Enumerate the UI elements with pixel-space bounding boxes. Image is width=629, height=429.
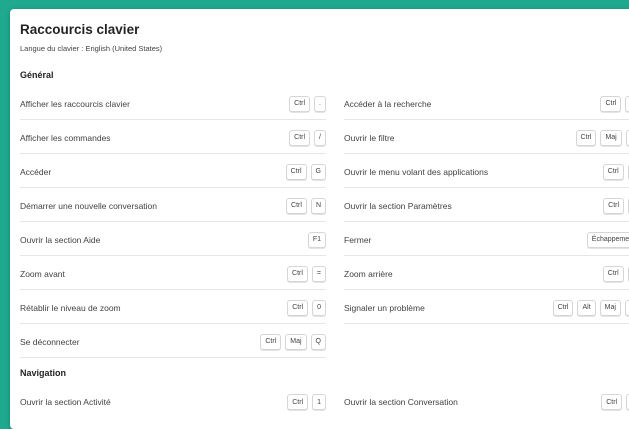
shortcut-row-fermer: Fermer Échappement: [344, 224, 629, 256]
keycap-maj: Maj: [599, 299, 621, 316]
dialog-title: Raccourcis clavier: [20, 22, 140, 37]
keycap-maj: Maj: [600, 129, 622, 146]
shortcut-row-ouvrir-la-section-aide: Ouvrir la section Aide F1: [20, 224, 326, 256]
key-combination: Ctrl2: [601, 386, 629, 418]
key-combination: CtrlMajF: [575, 122, 629, 153]
keycap-maj: Maj: [285, 333, 307, 350]
keycap-n: N: [310, 197, 326, 214]
shortcut-label: Se déconnecter: [20, 336, 80, 347]
keycap-ctrl: Ctrl: [602, 163, 624, 180]
shortcut-label: Ouvrir la section Aide: [20, 234, 101, 245]
shortcut-row-ouvrir-la-section-parametres: Ouvrir la section Paramètres Ctrl,: [344, 190, 629, 222]
key-combination: CtrlE: [600, 88, 629, 119]
keycap-g: G: [310, 163, 326, 180]
shortcut-label: Afficher les raccourcis clavier: [20, 98, 130, 109]
shortcut-label: Accéder: [20, 166, 52, 177]
shortcut-row-acceder-a-la-recherche: Accéder à la recherche CtrlE: [344, 88, 629, 120]
keycap-f1: F1: [307, 231, 326, 248]
keycap-0: 0: [312, 299, 326, 316]
key-combination: Ctrl 0: [287, 292, 326, 323]
key-combination: Ctrl`: [602, 156, 629, 187]
key-combination: Ctrl =: [287, 258, 326, 289]
shortcut-row-demarrer-une-nouvelle-conversation: Démarrer une nouvelle conversation Ctrl N: [20, 190, 326, 222]
shortcut-row-signaler-un-probleme: Signaler un problème CtrlAltMajR: [344, 292, 629, 324]
shortcut-label: Fermer: [344, 234, 372, 245]
keycap-e: E: [625, 95, 629, 112]
shortcut-label: Ouvrir le menu volant des applications: [344, 166, 489, 177]
keycap-ctrl: Ctrl: [287, 299, 309, 316]
key-combination: Ctrl G: [285, 156, 326, 187]
key-combination: Ctrl-: [602, 258, 629, 289]
shortcut-row-retablir-le-niveau-de-zoom: Rétablir le niveau de zoom Ctrl 0: [20, 292, 326, 324]
shortcut-label: Rétablir le niveau de zoom: [20, 302, 121, 313]
keycap-ctrl: Ctrl: [600, 95, 622, 112]
shortcut-label: Démarrer une nouvelle conversation: [20, 200, 158, 211]
shortcut-label: Zoom arrière: [344, 268, 393, 279]
keycap-ctrl: Ctrl: [287, 265, 308, 282]
shortcut-label: Zoom avant: [20, 268, 65, 279]
keycap-q: Q: [310, 333, 326, 350]
keycap-ctrl: Ctrl: [286, 197, 307, 214]
shortcut-row-afficher-les-commandes: Afficher les commandes Ctrl /: [20, 122, 326, 154]
keycap-alt: Alt: [577, 299, 596, 316]
shortcut-label: Ouvrir la section Activité: [20, 397, 111, 407]
shortcut-label: Afficher les commandes: [20, 132, 111, 143]
keycap-r: R: [624, 299, 629, 316]
shortcut-row-zoom-arriere: Zoom arrière Ctrl-: [344, 258, 629, 290]
keycap-ctrl: Ctrl: [552, 299, 574, 316]
key-combination: Ctrl /: [289, 122, 326, 153]
keyboard-shortcuts-dialog: Raccourcis clavier Langue du clavier : E…: [10, 9, 629, 429]
shortcut-label: Ouvrir le filtre: [344, 132, 395, 143]
shortcut-row-ouvrir-la-section-conversation: Ouvrir la section Conversation Ctrl2: [344, 386, 629, 418]
shortcut-label: Signaler un problème: [344, 302, 425, 313]
keycap-symbol: .: [314, 95, 326, 112]
shortcut-label: Ouvrir la section Conversation: [344, 397, 458, 407]
keycap-ctrl: Ctrl: [260, 333, 282, 350]
shortcut-row-acceder: Accéder Ctrl G: [20, 156, 326, 188]
shortcut-row-se-deconnecter: Se déconnecter Ctrl Maj Q: [20, 326, 326, 358]
keycap-symbol: /: [314, 129, 326, 146]
keycap-ctrl: Ctrl: [575, 129, 597, 146]
keycap-ctrl: Ctrl: [603, 197, 625, 214]
shortcut-row-ouvrir-le-filtre: Ouvrir le filtre CtrlMajF: [344, 122, 629, 154]
section-title-general: Général: [20, 70, 54, 80]
keycap-ctrl: Ctrl: [289, 129, 311, 146]
shortcut-row-zoom-avant: Zoom avant Ctrl =: [20, 258, 326, 290]
shortcut-label: Accéder à la recherche: [344, 98, 432, 109]
key-combination: Ctrl,: [603, 190, 629, 221]
keyboard-language-label: Langue du clavier : English (United Stat…: [20, 44, 163, 53]
shortcut-row-ouvrir-le-menu-volant-des-applications: Ouvrir le menu volant des applications Ct…: [344, 156, 629, 188]
key-combination: Ctrl Maj Q: [260, 326, 326, 357]
key-combination: Ctrl 1: [287, 386, 326, 418]
keycap-echappement: Échappement: [586, 231, 629, 248]
shortcut-row-ouvrir-la-section-activite: Ouvrir la section Activité Ctrl 1: [20, 386, 326, 418]
keycap-ctrl: Ctrl: [289, 95, 311, 112]
section-title-navigation: Navigation: [20, 368, 67, 378]
key-combination: Échappement: [586, 224, 629, 255]
keycap-ctrl: Ctrl: [602, 265, 624, 282]
key-combination: Ctrl.: [289, 88, 326, 119]
key-combination: F1: [307, 224, 326, 255]
keycap-symbol: =: [311, 265, 326, 282]
key-combination: CtrlAltMajR: [552, 292, 629, 323]
shortcut-label: Ouvrir la section Paramètres: [344, 200, 452, 211]
keycap-ctrl: Ctrl: [285, 163, 307, 180]
shortcut-row-afficher-les-raccourcis-clavier: Afficher les raccourcis clavier Ctrl.: [20, 88, 326, 120]
key-combination: Ctrl N: [286, 190, 326, 221]
